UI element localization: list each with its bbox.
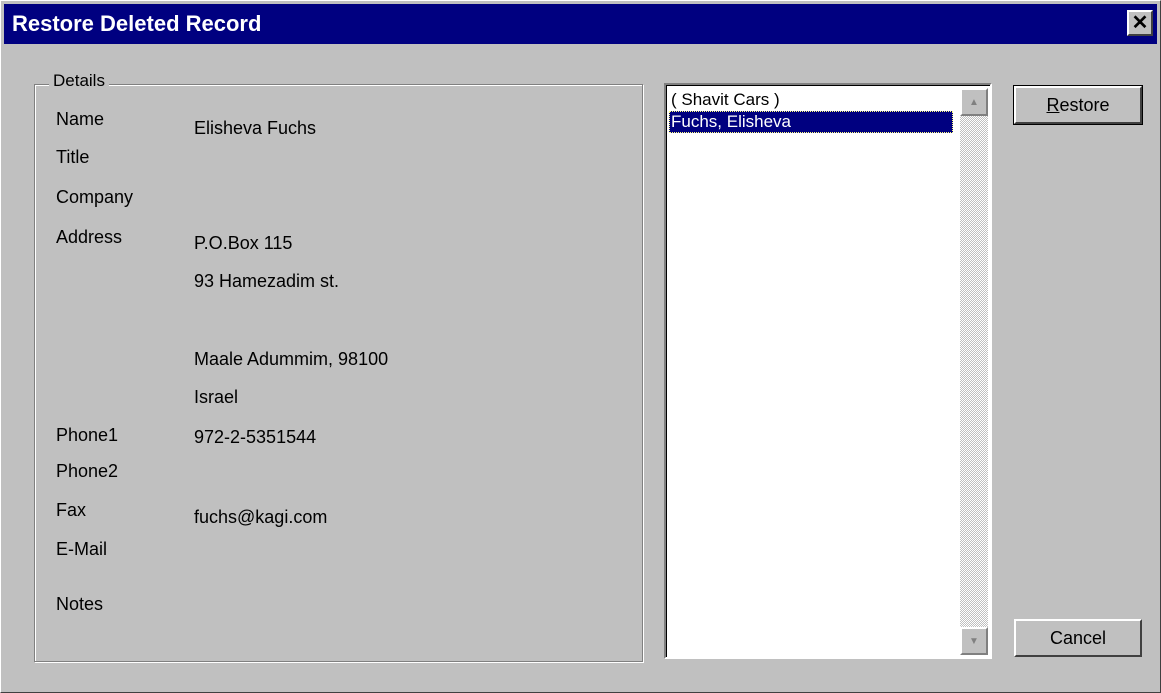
scroll-up-button[interactable]: ▲ bbox=[960, 88, 988, 116]
phone1-value: 972-2-5351544 bbox=[194, 427, 317, 447]
email-value: fuchs@kagi.com bbox=[194, 507, 328, 527]
address-line1-value: P.O.Box 115 bbox=[194, 233, 293, 253]
name-label: Name bbox=[56, 109, 105, 129]
vertical-scrollbar[interactable]: ▲ ▼ bbox=[960, 88, 988, 655]
company-label: Company bbox=[56, 187, 134, 207]
address-line2-value: 93 Hamezadim st. bbox=[194, 271, 340, 291]
down-arrow-icon: ▼ bbox=[969, 635, 979, 647]
details-groupbox bbox=[34, 84, 643, 662]
list-item-selected[interactable]: Fuchs, Elisheva bbox=[669, 111, 953, 133]
window-title: Restore Deleted Record bbox=[12, 11, 262, 36]
restore-dialog: Restore Deleted Record ✕ Details Name Ti… bbox=[0, 0, 1161, 693]
email-label: E-Mail bbox=[56, 539, 108, 559]
up-arrow-icon: ▲ bbox=[969, 96, 979, 108]
name-value: Elisheva Fuchs bbox=[194, 118, 317, 138]
details-legend: Details bbox=[49, 71, 109, 91]
phone2-label: Phone2 bbox=[56, 461, 119, 481]
fax-label: Fax bbox=[56, 500, 87, 520]
scroll-down-button[interactable]: ▼ bbox=[960, 627, 988, 655]
restore-mnemonic: R bbox=[1046, 94, 1060, 115]
address-city-value: Maale Adummim, 98100 bbox=[194, 349, 389, 369]
record-listbox[interactable]: ( Shavit Cars ) Fuchs, Elisheva ▲ ▼ bbox=[664, 83, 992, 659]
phone1-label: Phone1 bbox=[56, 425, 119, 445]
address-country-value: Israel bbox=[194, 387, 239, 407]
notes-label: Notes bbox=[56, 594, 104, 614]
address-label: Address bbox=[56, 227, 123, 247]
cancel-button[interactable]: Cancel bbox=[1014, 619, 1142, 657]
restore-label: estore bbox=[1059, 94, 1110, 115]
close-button[interactable]: ✕ bbox=[1127, 10, 1153, 36]
title-label: Title bbox=[56, 147, 90, 167]
restore-button[interactable]: Restore bbox=[1013, 85, 1143, 125]
close-icon: ✕ bbox=[1131, 12, 1149, 34]
list-item[interactable]: ( Shavit Cars ) bbox=[669, 89, 782, 111]
title-bar[interactable]: Restore Deleted Record ✕ bbox=[4, 4, 1157, 44]
